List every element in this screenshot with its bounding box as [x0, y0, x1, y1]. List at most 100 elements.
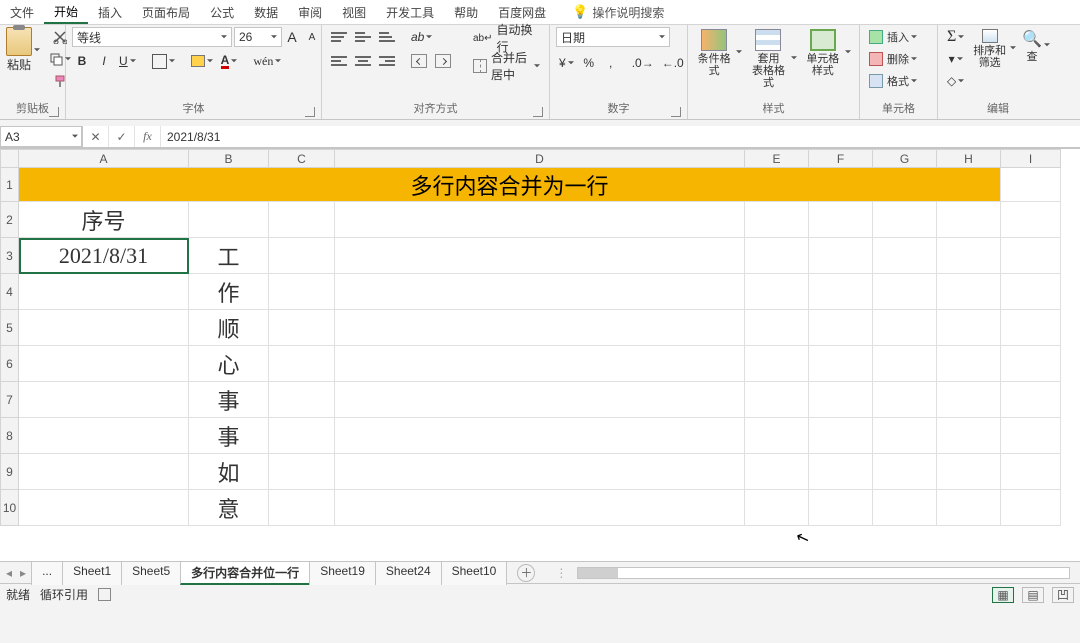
cell-I5[interactable]: [1001, 310, 1061, 346]
cell-H2[interactable]: [937, 202, 1001, 238]
sheet-tab-6[interactable]: Sheet10: [441, 561, 508, 585]
cell-I2[interactable]: [1001, 202, 1061, 238]
sheet-tab-3[interactable]: 多行内容合并位一行: [180, 561, 310, 585]
cell-A2[interactable]: 序号: [19, 202, 189, 238]
menu-home[interactable]: 开始: [44, 0, 88, 24]
cell-I10[interactable]: [1001, 490, 1061, 526]
col-header-C[interactable]: C: [269, 150, 335, 168]
cell-D7[interactable]: [335, 382, 745, 418]
align-bottom-button[interactable]: [376, 27, 398, 47]
cell-C2[interactable]: [269, 202, 335, 238]
menu-formulas[interactable]: 公式: [200, 0, 244, 24]
font-dialog-launcher[interactable]: [305, 107, 315, 117]
cell-F4[interactable]: [809, 274, 873, 310]
cell-G8[interactable]: [873, 418, 937, 454]
cell-F2[interactable]: [809, 202, 873, 238]
cell-G3[interactable]: [873, 238, 937, 274]
cell-C6[interactable]: [269, 346, 335, 382]
merge-center-button[interactable]: 合并后居中: [466, 55, 543, 77]
format-as-table-button[interactable]: 套用 表格格式: [748, 27, 798, 89]
cell-H5[interactable]: [937, 310, 1001, 346]
col-header-H[interactable]: H: [937, 150, 1001, 168]
cell-A8[interactable]: [19, 418, 189, 454]
number-dialog-launcher[interactable]: [671, 107, 681, 117]
spreadsheet-grid[interactable]: A B C D E F G H I 1 多行内容合并为一行 2序号32021/8…: [0, 148, 1080, 561]
row-header-5[interactable]: 5: [1, 310, 19, 346]
cell-I3[interactable]: [1001, 238, 1061, 274]
view-page-break-button[interactable]: 凹: [1052, 587, 1074, 603]
sheet-tab-0[interactable]: ...: [31, 561, 63, 585]
row-header-10[interactable]: 10: [1, 490, 19, 526]
font-name-select[interactable]: 等线: [72, 27, 232, 47]
menu-file[interactable]: 文件: [0, 0, 44, 24]
number-format-select[interactable]: 日期: [556, 27, 670, 47]
align-right-button[interactable]: [376, 51, 398, 71]
fill-button[interactable]: ▾: [946, 49, 966, 69]
tab-split-handle[interactable]: ⋮: [555, 566, 567, 580]
decrease-indent-button[interactable]: [408, 51, 430, 71]
cell-styles-button[interactable]: 单元格样式: [803, 27, 853, 77]
paste-button[interactable]: 粘贴: [6, 27, 42, 73]
cell-E2[interactable]: [745, 202, 809, 238]
record-macro-button[interactable]: [98, 588, 111, 601]
cell-F7[interactable]: [809, 382, 873, 418]
cell-B5[interactable]: 顺: [189, 310, 269, 346]
cell-A3[interactable]: 2021/8/31: [19, 238, 189, 274]
cell-E10[interactable]: [745, 490, 809, 526]
comma-format-button[interactable]: ,: [601, 53, 621, 73]
row-header-6[interactable]: 6: [1, 346, 19, 382]
percent-format-button[interactable]: %: [579, 53, 599, 73]
autosum-button[interactable]: Σ: [944, 27, 967, 47]
cell-B9[interactable]: 如: [189, 454, 269, 490]
cell-D3[interactable]: [335, 238, 745, 274]
cell-D5[interactable]: [335, 310, 745, 346]
menu-developer[interactable]: 开发工具: [376, 0, 444, 24]
col-header-F[interactable]: F: [809, 150, 873, 168]
format-cells-button[interactable]: 格式: [866, 71, 920, 91]
align-left-button[interactable]: [328, 51, 350, 71]
cell-C3[interactable]: [269, 238, 335, 274]
cell-H3[interactable]: [937, 238, 1001, 274]
cell-A7[interactable]: [19, 382, 189, 418]
formula-input[interactable]: 2021/8/31: [161, 130, 1080, 144]
cell-F8[interactable]: [809, 418, 873, 454]
cell-E8[interactable]: [745, 418, 809, 454]
align-top-button[interactable]: [328, 27, 350, 47]
horizontal-scrollbar[interactable]: [577, 567, 1070, 579]
cell-H9[interactable]: [937, 454, 1001, 490]
cell-D6[interactable]: [335, 346, 745, 382]
cell-A9[interactable]: [19, 454, 189, 490]
copy-button[interactable]: [46, 49, 74, 69]
add-sheet-button[interactable]: ＋: [517, 564, 535, 582]
find-select-button[interactable]: 🔍 查: [1022, 27, 1052, 63]
cell-B8[interactable]: 事: [189, 418, 269, 454]
fill-color-button[interactable]: [188, 51, 216, 71]
cell-A5[interactable]: [19, 310, 189, 346]
tab-nav-first[interactable]: ◂: [6, 566, 12, 580]
cell-title[interactable]: 多行内容合并为一行: [19, 168, 1001, 202]
font-color-button[interactable]: A: [218, 51, 241, 71]
menu-review[interactable]: 审阅: [288, 0, 332, 24]
select-all-corner[interactable]: [1, 150, 19, 168]
cell-B2[interactable]: [189, 202, 269, 238]
cell-F6[interactable]: [809, 346, 873, 382]
cell-E9[interactable]: [745, 454, 809, 490]
borders-button[interactable]: [149, 51, 178, 71]
cell-B7[interactable]: 事: [189, 382, 269, 418]
italic-button[interactable]: I: [94, 51, 114, 71]
increase-indent-button[interactable]: [432, 51, 454, 71]
phonetic-button[interactable]: wén: [250, 51, 284, 71]
cell-G5[interactable]: [873, 310, 937, 346]
cell-C10[interactable]: [269, 490, 335, 526]
alignment-dialog-launcher[interactable]: [533, 107, 543, 117]
cell-I6[interactable]: [1001, 346, 1061, 382]
row-header-3[interactable]: 3: [1, 238, 19, 274]
sheet-tab-2[interactable]: Sheet5: [121, 561, 181, 585]
cell-E4[interactable]: [745, 274, 809, 310]
cell-H4[interactable]: [937, 274, 1001, 310]
menu-view[interactable]: 视图: [332, 0, 376, 24]
cell-G2[interactable]: [873, 202, 937, 238]
clear-button[interactable]: ◇: [944, 71, 967, 91]
cell-I9[interactable]: [1001, 454, 1061, 490]
cell-H6[interactable]: [937, 346, 1001, 382]
